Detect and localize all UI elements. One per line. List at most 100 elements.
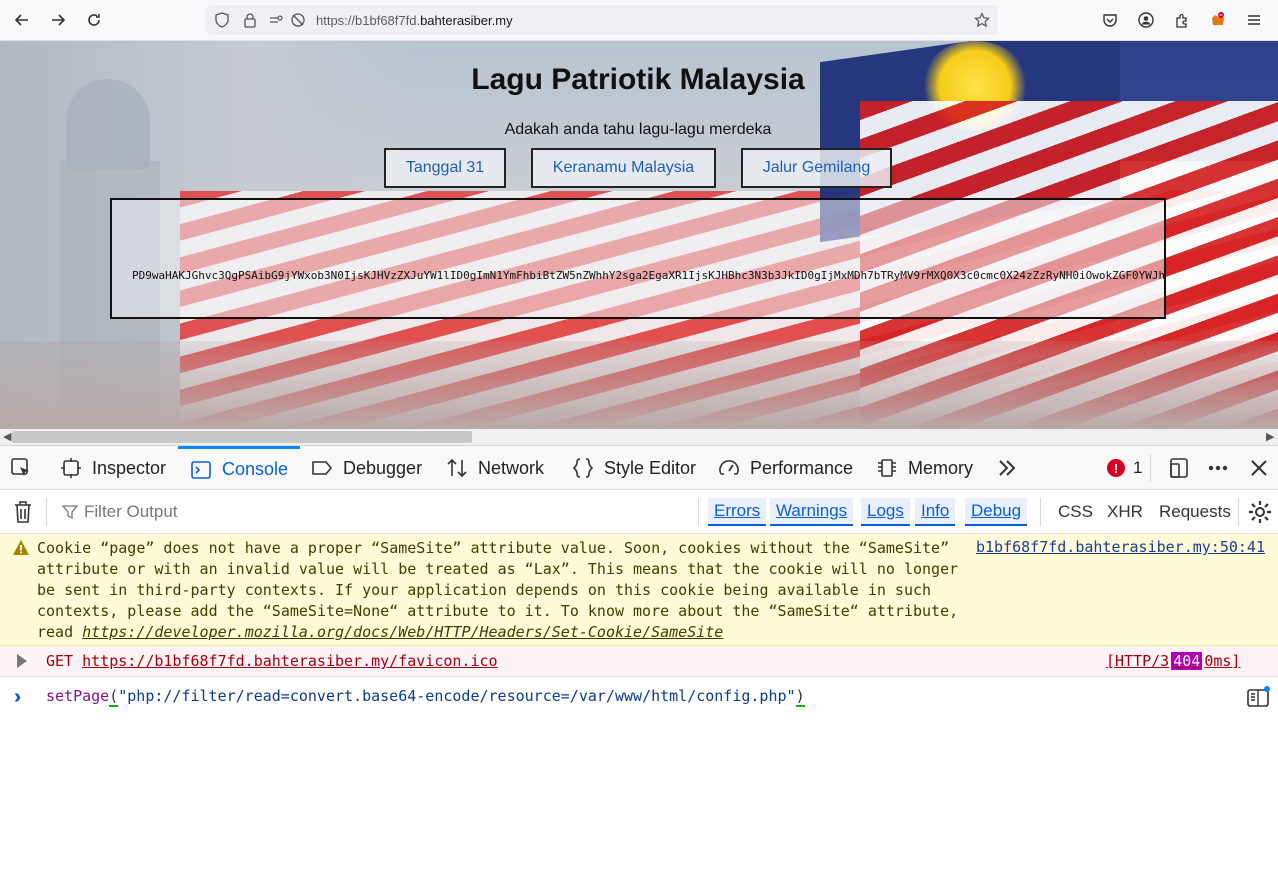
more-tabs-button[interactable] [996, 446, 1028, 490]
element-picker-button[interactable] [10, 446, 42, 490]
tab-memory[interactable]: Memory [876, 446, 973, 490]
ellipsis-icon [1208, 465, 1228, 471]
gear-icon[interactable] [1248, 500, 1272, 524]
performance-gauge-icon [719, 460, 739, 475]
level-logs-button[interactable]: Logs [861, 498, 910, 526]
puzzle-icon [1176, 13, 1187, 28]
console-input[interactable]: ›› setPage("php://filter/read=convert.ba… [0, 677, 1278, 717]
url-bar[interactable]: https://b1bf68f7fd.bahterasiber.my [206, 5, 998, 35]
prompt-chevron-icon: ›› [14, 686, 23, 708]
permissions-icon[interactable] [268, 12, 284, 28]
level-info-button[interactable]: Info [915, 498, 956, 526]
console-network-error[interactable]: GET https://b1bf68f7fd.bahterasiber.my/f… [0, 646, 1278, 677]
input-open-paren: ( [109, 687, 119, 707]
tab-network[interactable]: Network [446, 446, 544, 490]
filter-requests-button[interactable]: Requests [1159, 502, 1231, 522]
page-viewport: Lagu Patriotik Malaysia Adakah anda tahu… [0, 41, 1278, 429]
status-code-badge: 404 [1171, 652, 1203, 670]
request-url-link[interactable]: https://b1bf68f7fd.bahterasiber.my/favic… [82, 652, 497, 670]
samesite-docs-link[interactable]: https://developer.mozilla.org/docs/Web/H… [82, 623, 723, 641]
filter-xhr-button[interactable]: XHR [1107, 502, 1143, 522]
filter-output-input[interactable]: Filter Output [62, 502, 178, 522]
filter-funnel-icon [62, 505, 78, 520]
devtools-tab-bar: Inspector Console Debugger Network Style… [0, 445, 1278, 490]
debugger-icon [312, 461, 333, 475]
page-subtitle: Adakah anda tahu lagu-lagu merdeka [504, 121, 772, 138]
fox-extension-icon [1212, 12, 1224, 25]
warning-source-link[interactable]: b1bf68f7fd.bahterasiber.my:50:41 [976, 538, 1265, 556]
responsive-design-button[interactable] [1168, 446, 1200, 490]
url-prefix: https://b1bf68f7fd. [316, 13, 421, 28]
input-function: setPage [46, 687, 110, 705]
console-warning-message: Cookie “page” does not have a proper “Sa… [0, 534, 1278, 646]
bookmark-star-icon[interactable] [974, 12, 990, 28]
tab-debugger-label: Debugger [343, 457, 423, 478]
close-devtools-button[interactable] [1248, 446, 1278, 490]
input-string-arg: "php://filter/read=convert.base64-encode… [118, 687, 796, 705]
tab-network-label: Network [478, 457, 545, 478]
tab-console[interactable]: Console [178, 446, 301, 490]
warning-text: Cookie “page” does not have a proper “Sa… [37, 538, 967, 643]
devtools-options-button[interactable] [1207, 446, 1239, 490]
close-icon [1251, 460, 1267, 476]
divider [698, 498, 699, 526]
account-button[interactable] [1134, 8, 1158, 32]
tracking-protection-icon[interactable] [290, 12, 306, 28]
tab-performance[interactable]: Performance [718, 446, 853, 490]
page-title: Lagu Patriotik Malaysia [471, 63, 805, 96]
filter-placeholder: Filter Output [84, 502, 178, 521]
shield-icon[interactable] [214, 12, 230, 28]
account-icon [1138, 12, 1154, 28]
divider [1150, 454, 1151, 482]
tab-console-label: Console [222, 459, 289, 479]
error-count-badge[interactable]: ! 1 [1107, 458, 1142, 478]
tab-style-editor[interactable]: Style Editor [572, 446, 696, 490]
console-toolbar: Filter Output Errors Warnings Logs Info … [0, 490, 1278, 534]
reload-button[interactable] [82, 8, 106, 32]
hamburger-menu-icon [1248, 15, 1260, 25]
http-protocol: [HTTP/3 [1106, 652, 1170, 670]
level-errors-button[interactable]: Errors [708, 498, 767, 526]
request-time: 0ms] [1204, 652, 1241, 670]
filter-css-button[interactable]: CSS [1058, 502, 1093, 522]
console-input-code[interactable]: setPage("php://filter/read=convert.base6… [46, 687, 805, 707]
base64-output: PD9waHAKJGhvc3QgPSAibG9jYWxob3N0IjsKJHVz… [132, 269, 1166, 282]
song-button-keranamu-malaysia[interactable]: Keranamu Malaysia [531, 148, 716, 188]
double-chevron-right-icon [999, 460, 1016, 476]
picker-icon [11, 458, 29, 476]
output-box: PD9waHAKJGhvc3QgPSAibG9jYWxob3N0IjsKJHVz… [110, 198, 1166, 319]
back-button[interactable] [10, 8, 34, 32]
forward-button[interactable] [46, 8, 70, 32]
url-domain: bahterasiber.my [420, 13, 513, 28]
tab-memory-label: Memory [908, 457, 974, 478]
menu-button[interactable] [1242, 8, 1266, 32]
lock-icon[interactable] [242, 12, 258, 28]
editor-mode-toggle-icon[interactable] [1246, 685, 1270, 709]
extension-fox-button[interactable] [1206, 8, 1230, 32]
http-status[interactable]: [HTTP/3 404 0ms] [1106, 652, 1240, 670]
level-debug-button[interactable]: Debug [965, 498, 1028, 526]
expand-triangle-icon[interactable] [17, 654, 27, 668]
error-request: GET https://b1bf68f7fd.bahterasiber.my/f… [46, 652, 498, 670]
pocket-button[interactable] [1098, 8, 1122, 32]
horizontal-scrollbar[interactable]: ◀ ▶ [0, 429, 1278, 445]
arrow-right-icon [52, 14, 66, 26]
tab-inspector-label: Inspector [92, 457, 167, 478]
style-editor-icon [572, 458, 594, 478]
scrollbar-thumb[interactable] [12, 431, 472, 443]
warning-icon [13, 540, 29, 555]
tab-debugger[interactable]: Debugger [311, 446, 422, 490]
error-count: 1 [1133, 458, 1143, 477]
scroll-left-icon[interactable]: ◀ [3, 430, 11, 443]
song-button-jalur-gemilang[interactable]: Jalur Gemilang [741, 148, 892, 188]
extensions-button[interactable] [1170, 8, 1194, 32]
level-warnings-button[interactable]: Warnings [770, 498, 854, 526]
song-button-tanggal-31[interactable]: Tanggal 31 [384, 148, 506, 188]
scroll-right-icon[interactable]: ▶ [1266, 430, 1274, 443]
browser-toolbar: https://b1bf68f7fd.bahterasiber.my [0, 0, 1278, 41]
tab-performance-label: Performance [750, 457, 854, 478]
trash-icon[interactable] [12, 500, 34, 524]
console-icon [191, 460, 211, 479]
divider [1238, 498, 1239, 526]
tab-inspector[interactable]: Inspector [60, 446, 166, 490]
